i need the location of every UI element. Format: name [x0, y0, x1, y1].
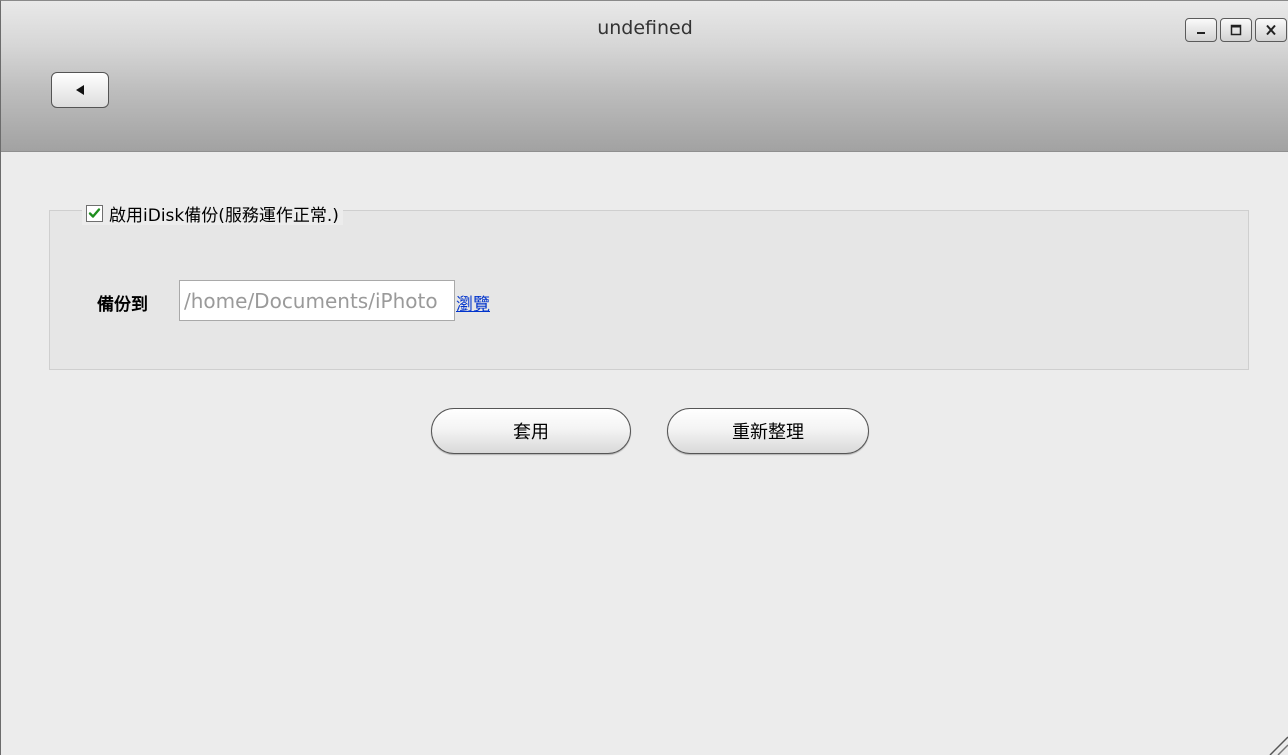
- enable-idisk-backup-legend: 啟用iDisk備份(服務運作正常.): [82, 201, 343, 226]
- maximize-icon: [1230, 24, 1242, 36]
- maximize-button[interactable]: [1220, 18, 1252, 42]
- apply-button[interactable]: 套用: [431, 408, 631, 454]
- backup-destination-input[interactable]: [179, 280, 455, 321]
- checkmark-icon: [88, 207, 101, 218]
- backup-destination-label: 備份到: [97, 295, 148, 315]
- back-arrow-icon: [76, 85, 84, 95]
- app-window: undefined 啟用iDisk備份(服務運作正常.) 備份到 /home/D…: [0, 0, 1288, 755]
- close-icon: [1266, 24, 1276, 36]
- browse-link[interactable]: 瀏覽: [456, 290, 490, 315]
- window-controls: [1185, 18, 1287, 42]
- enable-idisk-backup-checkbox[interactable]: [86, 204, 103, 222]
- refresh-button[interactable]: 重新整理: [667, 408, 869, 454]
- window-title: undefined: [597, 17, 693, 39]
- title-bar: undefined: [1, 1, 1288, 152]
- resize-grip-icon[interactable]: [1264, 731, 1288, 755]
- minimize-icon: [1197, 32, 1205, 34]
- back-button[interactable]: [51, 72, 109, 108]
- content-area: 啟用iDisk備份(服務運作正常.) 備份到 瀏覽 套用 重新整理: [1, 152, 1288, 755]
- enable-idisk-backup-label[interactable]: 啟用iDisk備份(服務運作正常.): [109, 201, 339, 226]
- minimize-button[interactable]: [1185, 18, 1217, 42]
- close-button[interactable]: [1255, 18, 1287, 42]
